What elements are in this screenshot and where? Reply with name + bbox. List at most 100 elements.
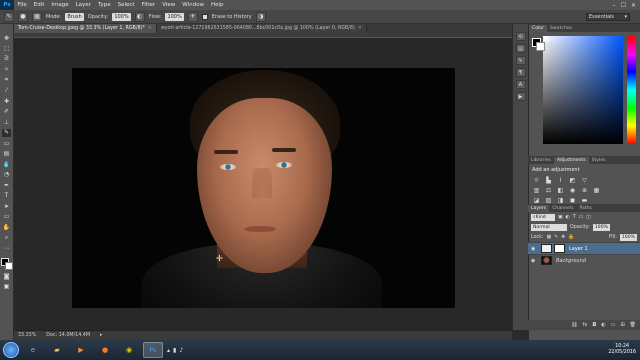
brush-icon[interactable]: ✐ (2, 108, 11, 116)
exposure-icon[interactable]: ◩ (568, 176, 577, 184)
tab-layers[interactable]: Layers (528, 205, 550, 212)
menu-layer[interactable]: Layer (72, 2, 94, 8)
photoshop-taskbar-icon[interactable]: Ps (143, 342, 163, 358)
menu-edit[interactable]: Edit (30, 2, 48, 8)
crop-icon[interactable]: ⌗ (2, 76, 11, 84)
media-player-icon[interactable]: ▶ (71, 342, 91, 358)
mode-select[interactable]: Brush (65, 12, 84, 21)
menu-view[interactable]: View (159, 2, 179, 8)
tab-styles[interactable]: Styles (589, 157, 609, 164)
opacity-field[interactable]: 100% (112, 12, 131, 21)
ie-icon[interactable]: e (23, 342, 43, 358)
clone-stamp-icon[interactable]: ⊥ (2, 118, 11, 126)
explorer-icon[interactable]: ▰ (47, 342, 67, 358)
gradient-map-icon[interactable]: ▬ (580, 196, 589, 204)
menu-image[interactable]: Image (48, 2, 72, 8)
history-brush-icon[interactable]: ✎ (2, 128, 11, 137)
hue-saturation-icon[interactable]: ▥ (532, 186, 541, 194)
maximize-icon[interactable]: ☐ (621, 2, 626, 9)
black-white-icon[interactable]: ◧ (556, 186, 565, 194)
eraser-icon[interactable]: ▭ (2, 139, 11, 147)
lock-position-icon[interactable]: ✥ (561, 235, 565, 240)
start-button[interactable] (3, 342, 19, 358)
document-tab-active[interactable]: Tom-Cruise-Desktop.jpeg @ 33.3% (Layer 1… (14, 24, 157, 33)
fill-field[interactable]: 100% (619, 233, 637, 241)
filter-adjustment-icon[interactable]: ◐ (566, 215, 570, 220)
close-tab-icon[interactable]: × (148, 26, 152, 31)
filter-pixel-icon[interactable]: ▣ (558, 215, 563, 220)
color-lookup-icon[interactable]: ▦ (592, 186, 601, 194)
new-adjustment-icon[interactable]: ◐ (601, 322, 605, 328)
airbrush-icon[interactable]: ✈ (187, 11, 198, 22)
color-swatches[interactable] (0, 257, 13, 270)
vibrance-icon[interactable]: ▽ (580, 176, 589, 184)
blend-mode-select[interactable]: Normal (531, 223, 567, 231)
pen-icon[interactable]: ✒ (2, 181, 11, 189)
marquee-icon[interactable]: ⬚ (2, 45, 11, 53)
zoom-icon[interactable]: ⌕ (2, 234, 11, 242)
threshold-icon[interactable]: ◨ (556, 196, 565, 204)
move-icon[interactable]: ✥ (2, 34, 11, 42)
filter-smart-icon[interactable]: ◫ (586, 215, 591, 220)
paragraph-panel-icon[interactable]: ¶ (515, 68, 526, 77)
quick-mask-icon[interactable]: ◙ (2, 272, 11, 280)
actions-panel-icon[interactable]: ▶ (515, 92, 526, 101)
eyedropper-icon[interactable]: ⁄ (2, 87, 11, 95)
hue-slider[interactable] (627, 36, 636, 144)
brightness-contrast-icon[interactable]: ☼ (532, 176, 541, 184)
screen-mode-icon[interactable]: ▣ (2, 283, 11, 291)
link-layers-icon[interactable]: ⛓ (571, 322, 577, 328)
history-brush-tool-icon[interactable]: ✎ (4, 11, 14, 22)
path-select-icon[interactable]: ➤ (2, 202, 11, 210)
blur-icon[interactable]: 💧 (2, 160, 11, 168)
quick-select-icon[interactable]: ✧ (2, 66, 11, 74)
layer-row-layer-1[interactable]: ◉ Layer 1 (528, 242, 640, 254)
minimize-icon[interactable]: – (613, 2, 616, 9)
workspace-select[interactable]: Essentials ▾ (586, 12, 630, 21)
menu-filter[interactable]: Filter (138, 2, 159, 8)
layer-style-icon[interactable]: fx (583, 322, 588, 328)
menu-select[interactable]: Select (114, 2, 138, 8)
zoom-level[interactable]: 33.33% (18, 333, 36, 338)
trash-icon[interactable]: 🗑 (630, 322, 636, 328)
selective-color-icon[interactable]: ◼ (568, 196, 577, 204)
photo-filter-icon[interactable]: ◉ (568, 186, 577, 194)
tray-arrow-icon[interactable]: ▴ (167, 347, 170, 354)
menu-file[interactable]: File (14, 2, 30, 8)
more-tools-icon[interactable]: ⋯ (2, 244, 11, 252)
layer-kind-select[interactable]: ⌕ Kind (531, 213, 555, 221)
erase-to-history-checkbox[interactable] (201, 13, 208, 20)
gradient-icon[interactable]: ▤ (2, 150, 11, 158)
close-tab-icon[interactable]: × (358, 26, 362, 31)
filter-type-icon[interactable]: T (573, 215, 576, 220)
channel-mixer-icon[interactable]: ⊕ (580, 186, 589, 194)
hand-icon[interactable]: ✋ (2, 223, 11, 231)
color-field[interactable] (543, 36, 623, 144)
levels-icon[interactable]: ▙ (544, 176, 553, 184)
document-canvas[interactable]: ✛ (72, 68, 455, 308)
lasso-icon[interactable]: ᘐ (2, 55, 11, 63)
healing-icon[interactable]: ✚ (2, 97, 11, 105)
menu-window[interactable]: Window (179, 2, 208, 8)
tab-channels[interactable]: Channels (549, 205, 576, 212)
taskbar-clock[interactable]: 10:24 22/05/2016 (608, 344, 640, 356)
lock-paint-icon[interactable]: ✎ (554, 235, 558, 240)
network-icon[interactable]: ▮ (173, 347, 176, 354)
chrome-icon[interactable]: ◉ (119, 342, 139, 358)
background-color-swatch[interactable] (4, 261, 13, 270)
visibility-eye-icon[interactable]: ◉ (531, 246, 537, 252)
tab-swatches[interactable]: Swatches (547, 25, 575, 32)
layer-mask-thumbnail[interactable] (554, 244, 565, 253)
layer-opacity-field[interactable]: 100% (592, 223, 610, 231)
document-tab[interactable]: wyoti-article-1271962631585-064080...8bc… (156, 24, 367, 33)
posterize-icon[interactable]: ▨ (544, 196, 553, 204)
properties-panel-icon[interactable]: ▤ (515, 44, 526, 53)
menu-help[interactable]: Help (207, 2, 227, 8)
pressure-opacity-icon[interactable]: ◐ (134, 11, 145, 22)
character-panel-icon[interactable]: A (515, 80, 526, 89)
filter-shape-icon[interactable]: ▭ (579, 215, 584, 220)
pressure-size-icon[interactable]: ◑ (255, 11, 266, 22)
volume-icon[interactable]: ♪ (179, 347, 183, 354)
lock-all-icon[interactable]: 🔒 (568, 235, 574, 240)
lock-pixels-icon[interactable]: ▦ (547, 235, 552, 240)
